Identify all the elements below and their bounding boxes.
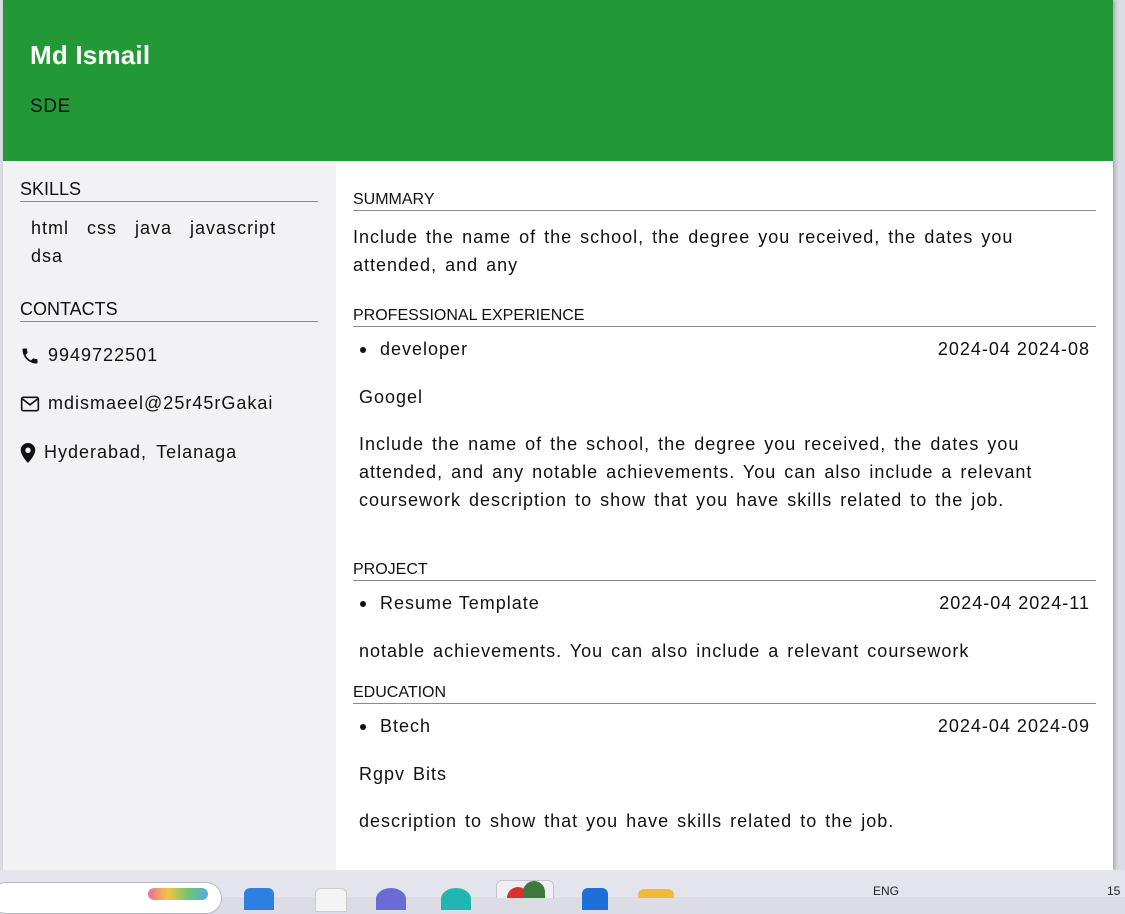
language-indicator[interactable]: ENG — [873, 884, 899, 898]
project-name: Resume Template — [380, 593, 540, 613]
app-icon[interactable] — [582, 888, 608, 910]
skill-item: dsa — [31, 246, 64, 266]
skills-heading: SKILLS — [20, 179, 318, 202]
bullet — [360, 346, 366, 353]
candidate-title: SDE — [30, 96, 71, 117]
app-icon[interactable] — [376, 888, 406, 910]
experience-company: Googel — [359, 387, 424, 407]
contact-email: mdismaeel@25r45rGakai — [20, 393, 273, 414]
candidate-name: Md Ismail — [30, 40, 151, 70]
app-icon[interactable] — [315, 888, 347, 912]
skills-list: html css java javascript dsa — [31, 214, 321, 270]
app-icon[interactable] — [244, 888, 274, 910]
experience-item: developer 2024-04 2024-08 — [359, 339, 1090, 360]
skill-item: java — [135, 218, 173, 238]
education-heading: EDUCATION — [353, 683, 1096, 704]
location-city: Hyderabad, — [44, 442, 148, 462]
active-app-icon[interactable] — [496, 880, 554, 898]
project-item: Resume Template 2024-04 2024-11 — [359, 593, 1090, 614]
experience-heading: PROFESSIONAL EXPERIENCE — [353, 306, 1096, 327]
location-state: Telanaga — [156, 442, 238, 462]
summary-heading: SUMMARY — [353, 190, 1096, 211]
education-dates: 2024-04 2024-09 — [937, 716, 1090, 736]
experience-description: Include the name of the school, the degr… — [359, 434, 1033, 510]
experience-dates: 2024-04 2024-08 — [937, 339, 1090, 359]
summary-text: Include the name of the school, the degr… — [353, 227, 1014, 275]
skill-item: css — [87, 218, 118, 238]
project-dates: 2024-04 2024-11 — [939, 593, 1090, 613]
bullet — [360, 723, 366, 730]
resume-page: Md Ismail SDE SKILLS html css java javas… — [3, 0, 1113, 870]
app-icon[interactable] — [441, 888, 471, 910]
sidebar: SKILLS html css java javascript dsa CONT… — [3, 161, 336, 870]
skill-item: javascript — [190, 218, 277, 238]
phone-number: 9949722501 — [48, 345, 159, 365]
contact-location: Hyderabad, Telanaga — [20, 442, 237, 463]
bullet — [360, 600, 366, 607]
project-heading: PROJECT — [353, 560, 1096, 581]
envelope-icon — [20, 396, 40, 411]
contact-phone: 9949722501 — [20, 345, 158, 366]
contacts-heading: CONTACTS — [20, 299, 318, 322]
clock-text[interactable]: 15 — [1107, 884, 1120, 898]
search-highlight-icon[interactable] — [148, 888, 208, 900]
phone-icon — [22, 348, 38, 363]
taskbar — [0, 870, 1125, 914]
skill-item: html — [31, 218, 70, 238]
resume-header: Md Ismail SDE — [3, 0, 1113, 161]
education-institution: Rgpv Bits — [359, 764, 448, 784]
education-degree: Btech — [380, 716, 432, 736]
experience-role: developer — [380, 339, 469, 359]
map-pin-icon — [20, 442, 36, 463]
project-description: notable achievements. You can also inclu… — [359, 641, 970, 661]
main-content: SUMMARY Include the name of the school, … — [353, 161, 1096, 870]
education-item: Btech 2024-04 2024-09 — [359, 716, 1090, 737]
education-description: description to show that you have skills… — [359, 811, 895, 831]
email-address: mdismaeel@25r45rGakai — [48, 393, 274, 413]
